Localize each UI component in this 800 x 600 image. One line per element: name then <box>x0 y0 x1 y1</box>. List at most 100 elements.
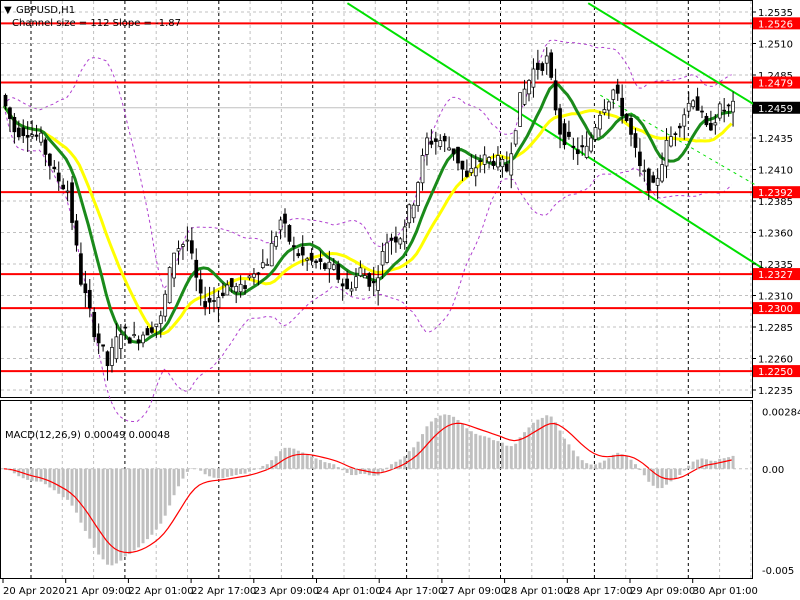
macd-histogram-bar <box>274 456 278 469</box>
bull-candle <box>154 323 159 327</box>
bear-candle <box>101 344 105 347</box>
bear-candle <box>633 133 638 148</box>
macd-histogram-bar <box>323 462 327 469</box>
macd-histogram-bar <box>589 464 593 469</box>
macd-histogram-bar <box>141 468 145 544</box>
bear-candle <box>677 125 682 129</box>
bull-candle <box>30 134 34 137</box>
macd-histogram-bar <box>425 426 429 469</box>
time-tick-label: 22 Apr 01:00 <box>128 586 193 597</box>
bear-candle <box>478 160 483 162</box>
macd-histogram-bar <box>208 468 212 477</box>
bull-candle <box>717 103 722 119</box>
candlesticks <box>3 47 735 381</box>
bear-candle <box>394 236 398 243</box>
bull-candle <box>496 155 500 168</box>
price-scale: 1.25351.25101.24851.24351.24101.23851.23… <box>752 8 800 577</box>
bull-candle <box>593 127 598 140</box>
bull-candle <box>234 286 239 293</box>
bull-candle <box>132 334 137 337</box>
macd-histogram-bar <box>611 454 615 469</box>
macd-histogram-bar <box>398 459 402 469</box>
bull-candle <box>527 80 531 95</box>
macd-histogram-bar <box>389 464 393 469</box>
macd-histogram-bar <box>132 468 136 551</box>
bear-candle <box>651 175 656 183</box>
macd-histogram-bar <box>673 468 677 479</box>
macd-histogram-bar <box>518 437 522 469</box>
macd-histogram-bar <box>585 463 589 469</box>
macd-histogram-bar <box>163 468 167 516</box>
bear-candle <box>451 148 456 155</box>
time-tick-label: 28 Apr 17:00 <box>567 586 632 597</box>
bear-candle <box>536 62 540 70</box>
macd-scale-label: 0.00284 <box>762 407 800 418</box>
time-tick-label: 24 Apr 01:00 <box>317 586 382 597</box>
bull-candle <box>487 157 491 163</box>
bear-candle <box>433 138 438 142</box>
macd-scale-label: -0.005 <box>762 566 794 577</box>
macd-histogram-bar <box>460 423 464 469</box>
bear-candle <box>256 272 261 275</box>
bull-candle <box>682 114 687 127</box>
macd-histogram-bar <box>57 468 61 494</box>
bear-candle <box>429 140 434 145</box>
bear-candle <box>61 184 66 190</box>
bear-candle <box>700 110 704 113</box>
macd-histogram-bar <box>576 456 580 469</box>
bear-candle <box>460 160 465 170</box>
macd-histogram-bar <box>168 468 172 506</box>
macd-histogram-bar <box>287 447 291 469</box>
bull-candle <box>655 177 660 186</box>
bear-candle <box>127 337 132 344</box>
bear-candle <box>673 133 678 135</box>
macd-histogram-bar <box>465 428 469 469</box>
macd-histogram-bar <box>718 458 722 469</box>
bear-candle <box>287 225 292 242</box>
macd-histogram-bar <box>487 437 491 469</box>
bull-candle <box>163 293 168 317</box>
macd-histogram-bar <box>483 436 487 469</box>
bull-candle <box>691 100 695 108</box>
macd-histogram-bar <box>554 422 558 469</box>
macd-histogram-bar <box>79 468 83 523</box>
macd-label: MACD(12,26,9) 0.00049 0.00048 <box>5 430 170 441</box>
bear-candle <box>704 115 709 126</box>
bull-candle <box>216 297 221 308</box>
macd-histogram-bar <box>265 464 269 469</box>
macd-histogram-bar <box>469 431 473 469</box>
macd-histogram-bar <box>549 416 553 469</box>
macd-histogram-bar <box>456 419 460 469</box>
bear-candle <box>318 258 323 262</box>
macd-histogram-bar <box>722 458 726 469</box>
bear-candle <box>194 259 199 278</box>
bear-candle <box>12 116 17 133</box>
bear-candle <box>136 339 141 344</box>
bull-candle <box>385 242 389 263</box>
price-tick-label: 1.2510 <box>758 40 793 51</box>
time-tick-label: 30 Apr 01:00 <box>693 586 758 597</box>
bull-candle <box>518 92 522 127</box>
bull-candle <box>167 267 172 304</box>
macd-histogram-bar <box>509 446 513 469</box>
bull-candle <box>660 164 664 182</box>
macd-histogram-bar <box>123 468 127 557</box>
macd-histogram-bar <box>314 458 318 469</box>
chart-canvas[interactable]: 1.25351.25101.24851.24351.24101.23851.23… <box>0 0 800 600</box>
current-price-label: 1.2459 <box>758 104 793 115</box>
bull-candle <box>411 204 416 219</box>
macd-histogram-bar <box>629 459 633 469</box>
bear-candle <box>575 149 580 155</box>
time-tick-label: 21 Apr 09:00 <box>66 586 131 597</box>
macd-histogram-bar <box>514 443 518 469</box>
bear-candle <box>314 260 318 263</box>
time-axis: 20 Apr 2020 21 Apr 09:0022 Apr 01:0022 Ap… <box>2 579 758 597</box>
time-tick-label: 24 Apr 17:00 <box>379 586 444 597</box>
bull-candle <box>438 140 443 147</box>
bull-candle <box>664 139 669 167</box>
bear-candle <box>726 104 731 107</box>
bear-candle <box>229 278 234 288</box>
macd-histogram-bar <box>110 468 114 566</box>
macd-histogram-bar <box>665 468 669 485</box>
collapse-triangle-icon[interactable]: ▼ <box>4 5 12 16</box>
